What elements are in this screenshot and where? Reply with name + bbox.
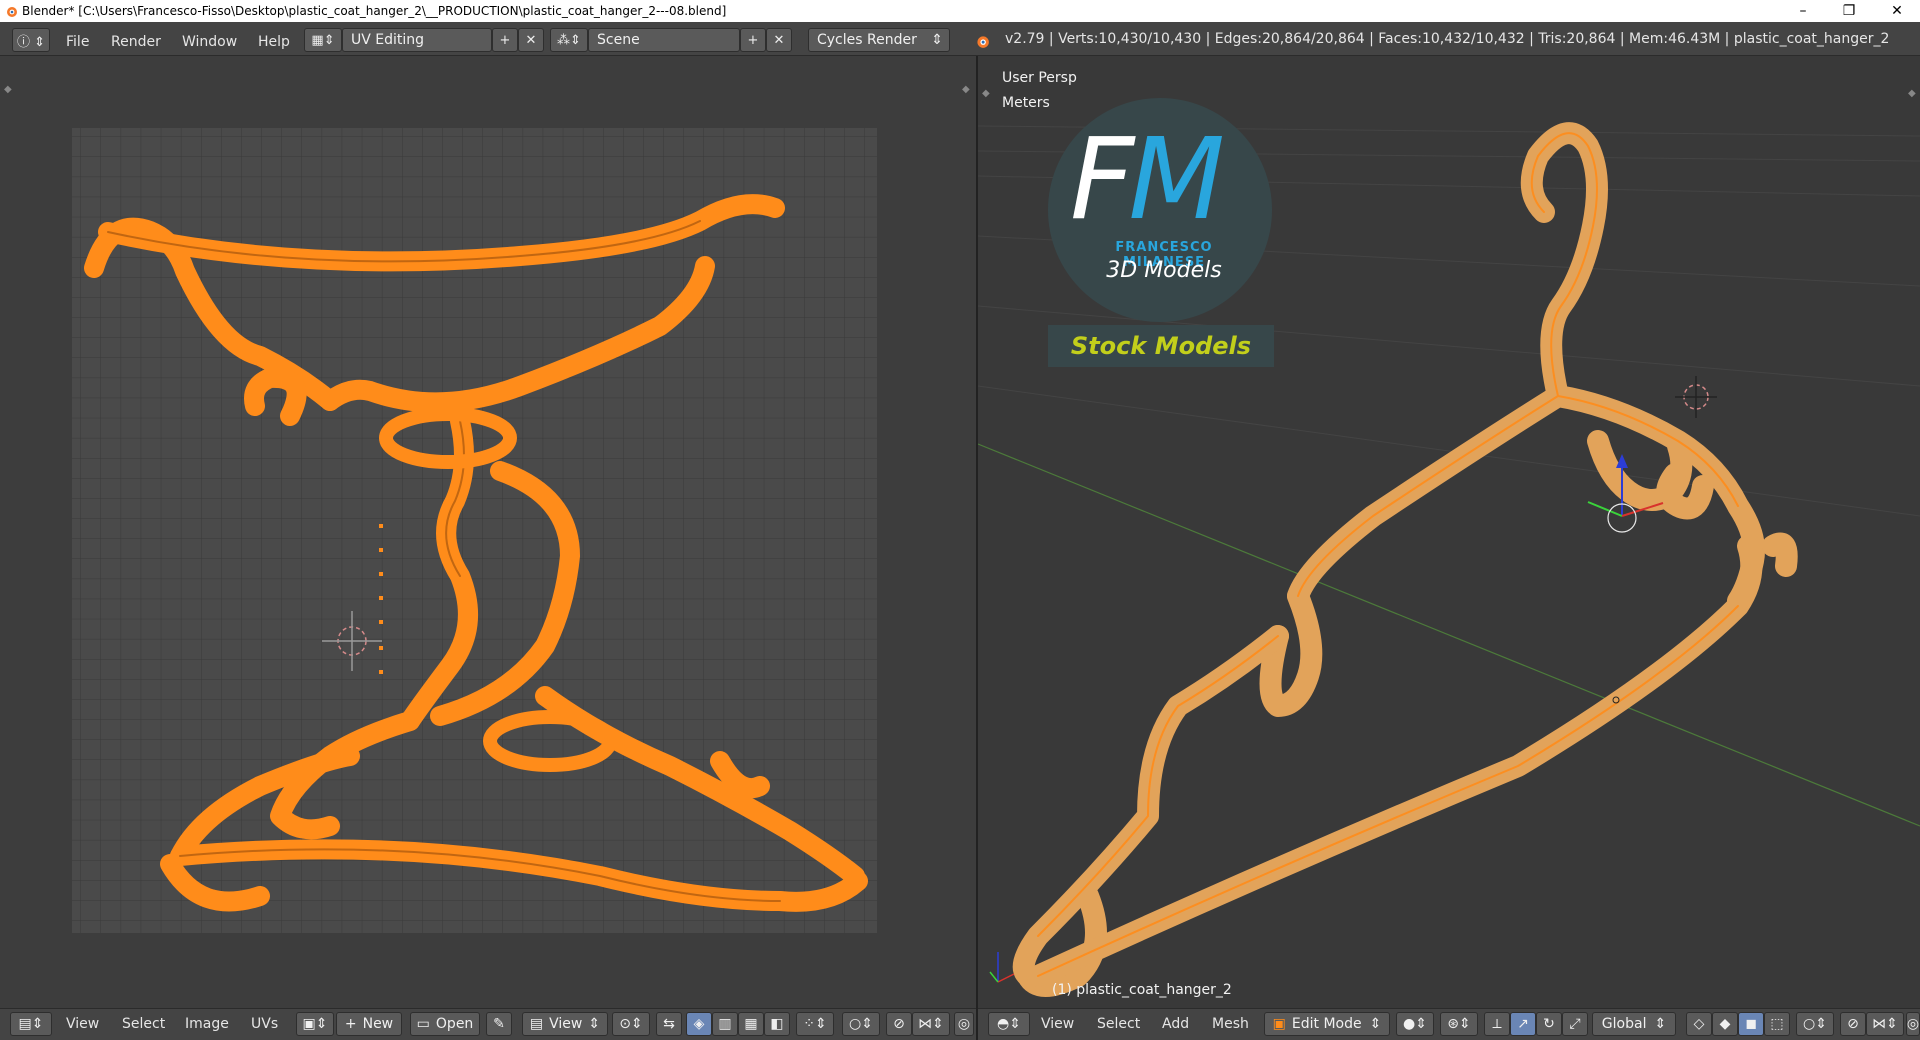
proportional-editing-icon[interactable]: ○⇕ [1796,1012,1834,1036]
remove-scene-icon[interactable]: ✕ [766,28,792,52]
chevron-updown-icon: ⇕ [588,1016,601,1032]
sticky-select-icon[interactable]: ⁘⇕ [796,1012,834,1036]
axis-orientation-icon [989,952,1015,983]
screen-layout-field[interactable]: UV Editing [342,28,492,52]
chevron-updown-icon: ⇕ [1369,1016,1382,1032]
units-label: Meters [1002,95,1050,111]
manipulator-toggle-icon[interactable]: ⟂ [1484,1012,1510,1036]
island-select-icon[interactable]: ◧ [764,1012,790,1036]
view-mode-label: View [549,1016,583,1032]
menu-help[interactable]: Help [258,31,290,53]
snap-element-icon[interactable]: ⋈⇕ [912,1012,950,1036]
window-title-bar: Blender* [C:\Users\Francesco-Fisso\Deskt… [0,0,1920,22]
transform-orientation-label: Global [1601,1016,1647,1032]
minimize-button[interactable]: – [1780,0,1826,22]
stock-models-banner: Stock Models [1048,325,1274,367]
proportional-edit-icon[interactable]: ○⇕ [842,1012,880,1036]
plus-icon: + [344,1016,357,1032]
vp-menu-mesh[interactable]: Mesh [1212,1015,1249,1033]
scene-field[interactable]: Scene [588,28,740,52]
screen-layout-icon[interactable]: ▦⇕ [304,28,342,52]
limit-selection-icon[interactable]: ⬚ [1764,1012,1790,1036]
view-mode-icon: ▤ [529,1016,544,1032]
uv-menu-image[interactable]: Image [185,1015,229,1033]
menu-file[interactable]: File [66,31,89,53]
blender-logo-icon [7,7,17,17]
3d-cursor-icon [1675,376,1717,418]
panel-expand-right-icon[interactable]: ◆ [962,84,970,95]
interaction-mode-select[interactable]: ▣ Edit Mode ⇕ [1264,1012,1390,1036]
chevron-updown-icon: ⇕ [1654,1016,1667,1032]
scale-manipulator-icon[interactable]: ⤢ [1562,1012,1588,1036]
uv-image-editor[interactable]: ◆ ◆ [0,56,976,1008]
x-axis-line [978,443,1920,827]
uv-extra-icon[interactable]: ◎ [954,1012,974,1036]
uv-menu-view[interactable]: View [66,1015,99,1033]
properties-expand-icon[interactable]: ◆ [1908,88,1916,99]
uv-menu-uvs[interactable]: UVs [251,1015,278,1033]
new-image-button[interactable]: + New [336,1012,402,1036]
logo-tagline: 3D Models [1106,258,1222,283]
logo-initial-f: F [1070,115,1134,245]
vp-menu-view[interactable]: View [1041,1015,1074,1033]
active-object-label: (1) plastic_coat_hanger_2 [1052,982,1232,998]
pin-icon[interactable]: ✎ [486,1012,512,1036]
image-browse-icon[interactable]: ▣⇕ [296,1012,334,1036]
face-select-mode-icon[interactable]: ◼ [1738,1012,1764,1036]
window-title: Blender* [C:\Users\Francesco-Fisso\Deskt… [22,4,727,18]
vp-menu-add[interactable]: Add [1162,1015,1189,1033]
snap-target-icon[interactable]: ⋈⇕ [1866,1012,1904,1036]
transform-orientation-select[interactable]: Global ⇕ [1592,1012,1676,1036]
view-mode-select[interactable]: ▤ View ⇕ [522,1012,608,1036]
uv-menu-select[interactable]: Select [122,1015,165,1033]
pivot-center-icon[interactable]: ⊛⇕ [1440,1012,1478,1036]
new-image-label: New [362,1016,394,1032]
open-image-label: Open [435,1016,474,1032]
edge-select-icon[interactable]: ▥ [712,1012,738,1036]
folder-icon: ▭ [416,1016,430,1032]
edit-mode-icon: ▣ [1272,1016,1286,1032]
translate-manipulator-icon[interactable]: ↗ [1510,1012,1536,1036]
rotate-manipulator-icon[interactable]: ↻ [1536,1012,1562,1036]
info-editor-type-icon[interactable]: ⓘ ⇕ [12,28,50,52]
maximize-button[interactable]: ❐ [1826,0,1872,22]
snap-icon[interactable]: ⊘ [886,1012,912,1036]
menu-window[interactable]: Window [182,31,237,53]
fm-logo-initials: FM [1070,120,1225,240]
pivot-point-icon[interactable]: ⊙⇕ [612,1012,650,1036]
editor-type-3d-icon[interactable]: ◓⇕ [988,1012,1030,1036]
vertex-select-mode-icon[interactable]: ◇ [1686,1012,1712,1036]
interaction-mode-label: Edit Mode [1291,1016,1362,1032]
render-engine-label: Cycles Render [817,32,917,48]
scene-stats: v2.79 | Verts:10,430/10,430 | Edges:20,8… [1005,31,1890,47]
viewport-shading-icon[interactable]: ●⇕ [1396,1012,1434,1036]
logo-initial-m: M [1128,115,1225,245]
add-scene-icon[interactable]: + [740,28,766,52]
render-preview-icon[interactable]: ◎ [1906,1012,1920,1036]
render-engine-select[interactable]: Cycles Render ⇕ [808,28,950,52]
add-screen-icon[interactable]: + [492,28,518,52]
blender-logo-icon [977,36,989,48]
close-button[interactable]: ✕ [1874,0,1920,22]
view-projection-label: User Persp [1002,70,1077,86]
face-select-icon[interactable]: ▦ [738,1012,764,1036]
vp-menu-select[interactable]: Select [1097,1015,1140,1033]
scene-selector-icon[interactable]: ⁂⇕ [550,28,588,52]
uv-canvas[interactable]: ◆ ◆ [0,56,976,1008]
toolbar-expand-icon[interactable]: ◆ [982,88,990,99]
chevron-updown-icon: ⇕ [931,32,943,48]
editor-type-image-icon[interactable]: ▤⇕ [10,1012,52,1036]
sync-selection-icon[interactable]: ⇆ [656,1012,682,1036]
vertex-select-icon[interactable]: ◈ [686,1012,712,1036]
open-image-button[interactable]: ▭ Open [410,1012,480,1036]
panel-expand-left-icon[interactable]: ◆ [4,84,12,95]
snap-toggle-icon[interactable]: ⊘ [1840,1012,1866,1036]
menu-render[interactable]: Render [111,31,161,53]
edge-select-mode-icon[interactable]: ◆ [1712,1012,1738,1036]
remove-screen-icon[interactable]: ✕ [518,28,544,52]
